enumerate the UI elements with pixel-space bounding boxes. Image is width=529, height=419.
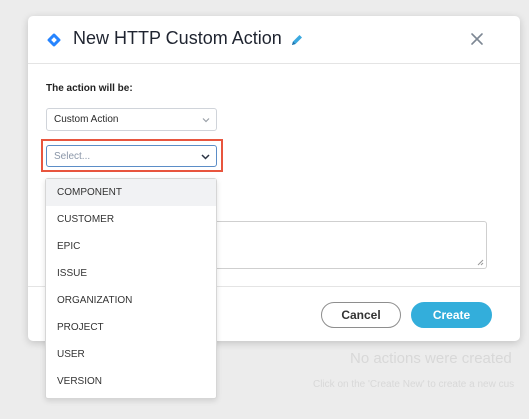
action-type-label: The action will be: [46,83,133,94]
create-button[interactable]: Create [411,302,492,328]
chevron-down-icon [202,118,210,123]
chevron-down-icon [201,154,210,160]
empty-state-hint: Click on the 'Create New' to create a ne… [313,379,515,390]
dropdown-option[interactable]: ORGANIZATION [46,287,216,314]
dropdown-option[interactable]: PROJECT [46,314,216,341]
close-icon[interactable] [468,30,486,48]
dropdown-option[interactable]: COMPONENT [46,179,216,206]
jira-diamond-icon [47,33,61,47]
body-textarea[interactable] [216,221,487,269]
empty-state-title: No actions were created [350,350,512,367]
entity-type-placeholder: Select... [54,151,91,162]
pencil-icon[interactable] [290,33,304,47]
dropdown-option[interactable]: USER [46,341,216,368]
entity-type-select[interactable]: Select... [46,145,217,167]
resize-handle-icon[interactable] [477,259,484,266]
dropdown-option[interactable]: EPIC [46,233,216,260]
dropdown-option[interactable]: VERSION [46,368,216,395]
action-select[interactable]: Custom Action [46,108,217,131]
modal-header: New HTTP Custom Action [28,16,520,64]
modal-title: New HTTP Custom Action [73,28,282,48]
dropdown-option[interactable]: ISSUE [46,260,216,287]
action-select-value: Custom Action [54,114,119,125]
dropdown-option[interactable]: CUSTOMER [46,206,216,233]
cancel-button[interactable]: Cancel [321,302,401,328]
entity-type-dropdown: COMPONENT CUSTOMER EPIC ISSUE ORGANIZATI… [45,178,217,399]
